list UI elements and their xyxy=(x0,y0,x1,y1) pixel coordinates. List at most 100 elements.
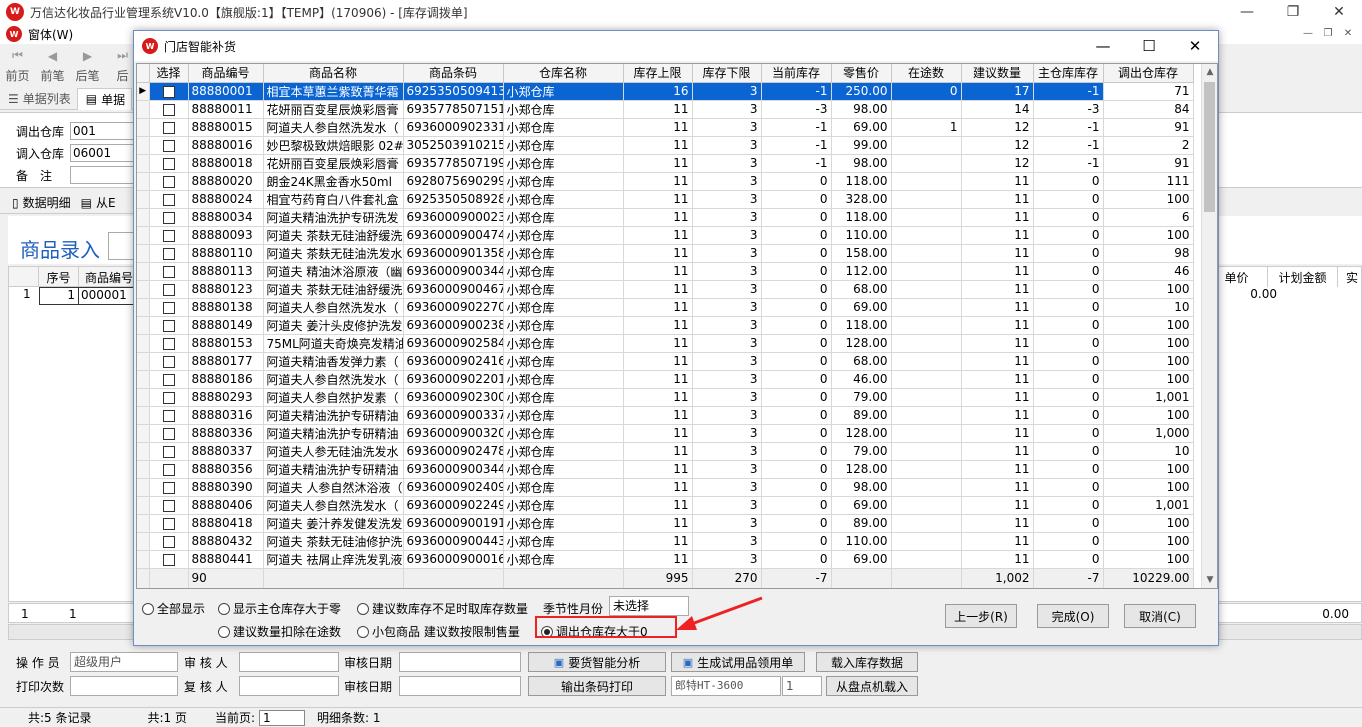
row-checkbox[interactable] xyxy=(149,442,189,461)
grid-cell-upper[interactable]: 11 xyxy=(623,478,693,497)
grid-cell-suggest[interactable]: 12 xyxy=(961,136,1034,155)
grid-cell-price[interactable]: 118.00 xyxy=(831,208,892,227)
row-checkbox[interactable] xyxy=(149,190,189,209)
grid-cell-price[interactable]: 110.00 xyxy=(831,532,892,551)
grid-cell-current[interactable]: 0 xyxy=(761,262,832,281)
grid-cell-out-stock[interactable]: 100 xyxy=(1103,316,1194,335)
grid-cell-price[interactable]: 68.00 xyxy=(831,280,892,299)
grid-cell-warehouse[interactable]: 小郑仓库 xyxy=(503,226,624,245)
grid-col-main-stock[interactable]: 主仓库库存 xyxy=(1033,64,1104,83)
grid-cell-upper[interactable]: 11 xyxy=(623,100,693,119)
table-row[interactable]: 88880034 阿道夫精油洗护专研洗发 6936000900023 小郑仓库 11 3 0… xyxy=(137,208,1194,227)
grid-cell-suggest[interactable]: 17 xyxy=(961,82,1034,101)
grid-cell-price[interactable]: 128.00 xyxy=(831,460,892,479)
grid-cell-suggest[interactable]: 11 xyxy=(961,244,1034,263)
grid-cell-out-stock[interactable]: 10 xyxy=(1103,298,1194,317)
grid-cell-name[interactable]: 花妍丽百变星辰焕彩唇膏 xyxy=(263,100,404,119)
grid-cell-main-stock[interactable]: 0 xyxy=(1033,370,1104,389)
grid-cell-price[interactable]: 99.00 xyxy=(831,136,892,155)
grid-cell-code[interactable]: 88880316 xyxy=(188,406,264,425)
grid-cell-barcode[interactable]: 6936000902201 xyxy=(403,370,504,389)
row-checkbox[interactable] xyxy=(149,496,189,515)
grid-cell-name[interactable]: 朗金24K黑金香水50ml xyxy=(263,172,404,191)
grid-cell-suggest[interactable]: 12 xyxy=(961,154,1034,173)
mdi-restore-icon[interactable]: ❐ xyxy=(1320,26,1336,40)
grid-cell-main-stock[interactable]: 0 xyxy=(1033,280,1104,299)
table-row[interactable]: 1 1 000001 xyxy=(9,287,139,305)
grid-cell-name[interactable]: 阿道夫人参自然洗发水（ xyxy=(263,496,404,515)
grid-cell-name[interactable]: 阿道夫精油洗护专研洗发 xyxy=(263,208,404,227)
grid-cell-price[interactable]: 68.00 xyxy=(831,352,892,371)
grid-vscrollbar[interactable]: ▲ ▼ xyxy=(1201,64,1217,588)
table-row[interactable]: 88880153 75ML阿道夫奇焕亮发精油 6936000902584 小郑仓库 11… xyxy=(137,334,1194,353)
grid-cell-suggest[interactable]: 11 xyxy=(961,370,1034,389)
grid-cell-suggest[interactable]: 11 xyxy=(961,388,1034,407)
grid-cell-name[interactable]: 妙巴黎极致烘焙眼影 02# xyxy=(263,136,404,155)
grid-cell-warehouse[interactable]: 小郑仓库 xyxy=(503,352,624,371)
grid-cell-suggest[interactable]: 11 xyxy=(961,352,1034,371)
grid-cell-code[interactable]: 88880024 xyxy=(188,190,264,209)
grid-cell-code[interactable]: 88880149 xyxy=(188,316,264,335)
audit-date-input[interactable] xyxy=(399,652,521,672)
grid-cell-current[interactable]: 0 xyxy=(761,226,832,245)
grid-cell-main-stock[interactable]: 0 xyxy=(1033,316,1104,335)
tab-data-detail[interactable]: ▯ 数据明细 xyxy=(0,194,75,211)
prev-record-button[interactable]: ◀ 前笔 xyxy=(35,44,70,88)
grid-cell-code[interactable]: 88880390 xyxy=(188,478,264,497)
grid-cell-warehouse[interactable]: 小郑仓库 xyxy=(503,298,624,317)
table-row[interactable]: 88880015 阿道夫人参自然洗发水（ 6936000902331 小郑仓库 11 3-… xyxy=(137,118,1194,137)
row-checkbox[interactable] xyxy=(149,262,189,281)
grid-cell-suggest[interactable]: 12 xyxy=(961,118,1034,137)
detail-row-code[interactable]: 000001 xyxy=(79,287,139,305)
grid-cell-out-stock[interactable]: 100 xyxy=(1103,460,1194,479)
grid-cell-out-stock[interactable]: 71 xyxy=(1103,82,1194,101)
dialog-close-icon[interactable]: ✕ xyxy=(1172,31,1218,61)
grid-cell-suggest[interactable]: 11 xyxy=(961,334,1034,353)
grid-cell-current[interactable]: 0 xyxy=(761,370,832,389)
grid-cell-barcode[interactable]: 6935778507199 xyxy=(403,154,504,173)
grid-cell-transit[interactable] xyxy=(891,442,962,461)
grid-cell-current[interactable]: 0 xyxy=(761,478,832,497)
grid-cell-name[interactable]: 阿道夫人参自然洗发水（ xyxy=(263,370,404,389)
tab-from-e[interactable]: ▤ 从E xyxy=(75,194,120,211)
grid-cell-out-stock[interactable]: 1,000 xyxy=(1103,424,1194,443)
row-checkbox[interactable] xyxy=(149,316,189,335)
grid-cell-upper[interactable]: 11 xyxy=(623,370,693,389)
grid-cell-upper[interactable]: 11 xyxy=(623,244,693,263)
grid-cell-current[interactable]: 0 xyxy=(761,280,832,299)
grid-cell-name[interactable]: 阿道夫精油香发弹力素（ xyxy=(263,352,404,371)
grid-cell-price[interactable]: 112.00 xyxy=(831,262,892,281)
grid-cell-lower[interactable]: 3 xyxy=(692,316,762,335)
grid-cell-code[interactable]: 88880020 xyxy=(188,172,264,191)
grid-cell-out-stock[interactable]: 100 xyxy=(1103,226,1194,245)
table-row[interactable]: 88880024 相宜芍药育白八件套礼盒 6925350508928 小郑仓库 11 3 0… xyxy=(137,190,1194,209)
grid-cell-main-stock[interactable]: -1 xyxy=(1033,118,1104,137)
row-checkbox[interactable] xyxy=(149,82,189,101)
grid-cell-lower[interactable]: 3 xyxy=(692,136,762,155)
grid-cell-barcode[interactable]: 6925350509413 xyxy=(403,82,504,101)
grid-cell-code[interactable]: 88880186 xyxy=(188,370,264,389)
grid-cell-price[interactable]: 69.00 xyxy=(831,118,892,137)
grid-cell-code[interactable]: 88880441 xyxy=(188,550,264,569)
grid-cell-transit[interactable] xyxy=(891,352,962,371)
grid-cell-price[interactable]: 328.00 xyxy=(831,190,892,209)
grid-cell-name[interactable]: 相宜芍药育白八件套礼盒 xyxy=(263,190,404,209)
grid-cell-warehouse[interactable]: 小郑仓库 xyxy=(503,514,624,533)
grid-col-name[interactable]: 商品名称 xyxy=(263,64,404,83)
grid-col-lower[interactable]: 库存下限 xyxy=(692,64,762,83)
grid-cell-code[interactable]: 88880113 xyxy=(188,262,264,281)
row-checkbox[interactable] xyxy=(149,460,189,479)
grid-cell-name[interactable]: 花妍丽百变星辰焕彩唇膏 xyxy=(263,154,404,173)
grid-cell-suggest[interactable]: 11 xyxy=(961,226,1034,245)
copies-input[interactable]: 1 xyxy=(782,676,822,696)
row-checkbox[interactable] xyxy=(149,532,189,551)
grid-col-price[interactable]: 零售价 xyxy=(831,64,892,83)
tab-document[interactable]: ▤ 单据 xyxy=(76,87,133,110)
table-row[interactable]: 88880011 花妍丽百变星辰焕彩唇膏 6935778507151 小郑仓库 11 3-… xyxy=(137,100,1194,119)
smart-analysis-button[interactable]: ▣ 要货智能分析 xyxy=(528,652,666,672)
grid-cell-main-stock[interactable]: 0 xyxy=(1033,532,1104,551)
grid-cell-suggest[interactable]: 11 xyxy=(961,406,1034,425)
grid-cell-current[interactable]: -1 xyxy=(761,154,832,173)
grid-col-suggest[interactable]: 建议数量 xyxy=(961,64,1034,83)
grid-cell-current[interactable]: 0 xyxy=(761,388,832,407)
